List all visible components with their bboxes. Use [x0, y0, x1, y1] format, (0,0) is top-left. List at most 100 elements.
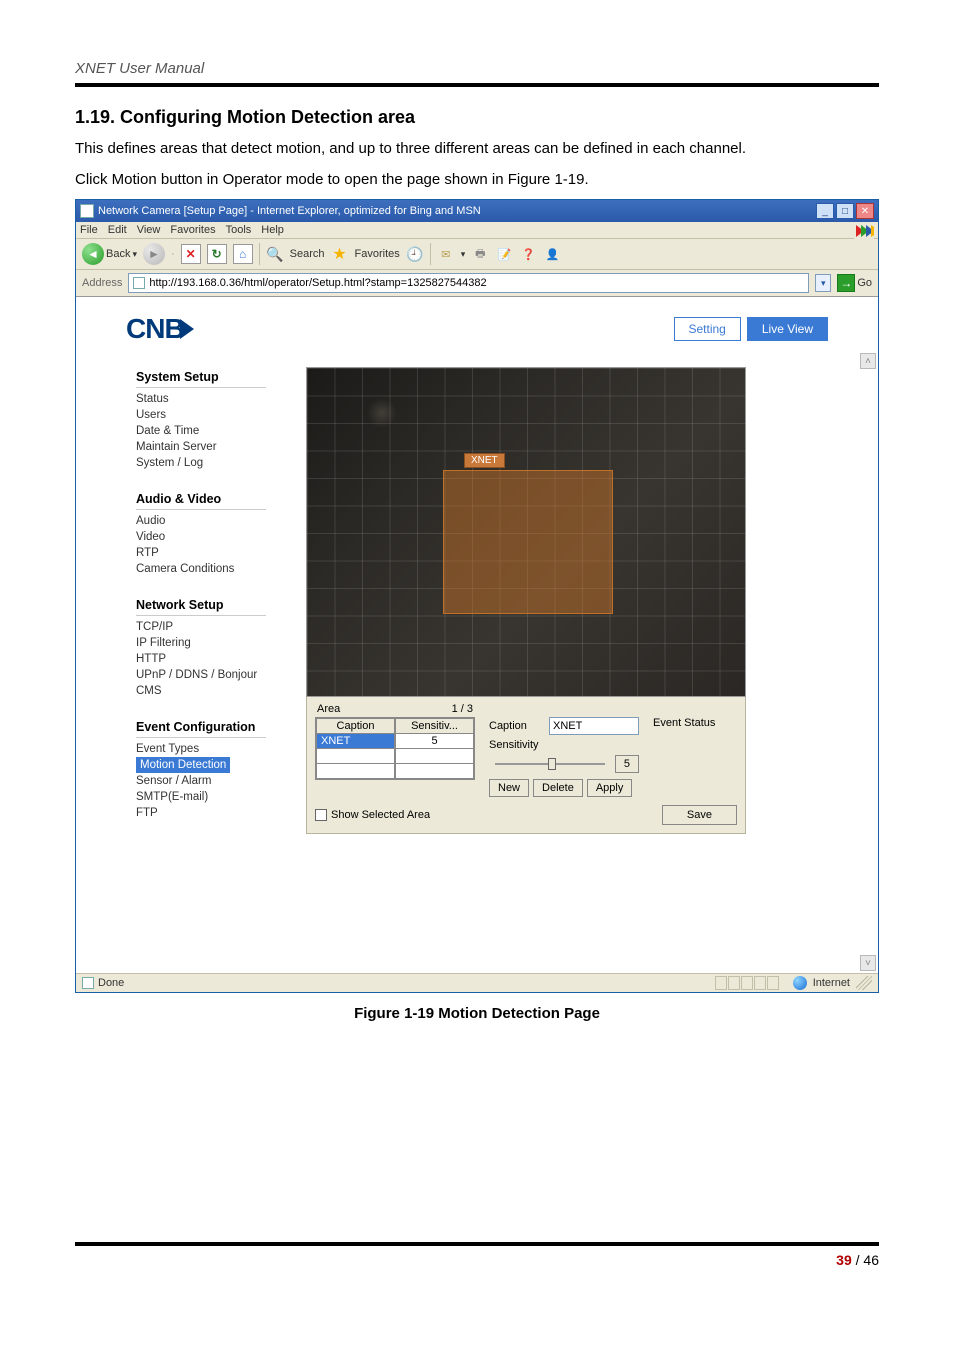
- edit-icon[interactable]: 📝: [495, 245, 513, 263]
- page-current: 39: [836, 1252, 852, 1268]
- sidebar-item-camcond[interactable]: Camera Conditions: [136, 561, 306, 577]
- th-sensitivity[interactable]: Sensitiv...: [395, 718, 474, 734]
- print-icon[interactable]: 🖶: [471, 245, 489, 263]
- search-button[interactable]: Search: [290, 248, 325, 260]
- status-done: Done: [98, 977, 124, 989]
- sidebar-item-ipfilter[interactable]: IP Filtering: [136, 635, 306, 651]
- sidebar-item-tcpip[interactable]: TCP/IP: [136, 619, 306, 635]
- go-button[interactable]: → Go: [837, 274, 872, 292]
- show-selected-checkbox[interactable]: Show Selected Area: [315, 809, 430, 821]
- sidebar-item-sensor[interactable]: Sensor / Alarm: [136, 773, 306, 789]
- favorites-button[interactable]: Favorites: [355, 248, 400, 260]
- stop-button[interactable]: ✕: [181, 244, 201, 264]
- sidebar-item-status[interactable]: Status: [136, 391, 306, 407]
- menu-tools[interactable]: Tools: [226, 224, 252, 236]
- address-dropdown[interactable]: ▾: [815, 274, 831, 292]
- cnb-logo-icon: [180, 319, 194, 339]
- sidebar-item-smtp[interactable]: SMTP(E-mail): [136, 789, 306, 805]
- sidebar-item-users[interactable]: Users: [136, 407, 306, 423]
- sidebar-item-rtp[interactable]: RTP: [136, 545, 306, 561]
- resize-grip[interactable]: [856, 976, 872, 990]
- sidebar-item-eventtypes[interactable]: Event Types: [136, 741, 306, 757]
- liveview-button[interactable]: Live View: [747, 317, 828, 341]
- empty-cell: [316, 764, 395, 779]
- empty-cell: [316, 749, 395, 764]
- new-button[interactable]: New: [489, 779, 529, 797]
- sidebar-item-systemlog[interactable]: System / Log: [136, 455, 306, 471]
- area-count: 1 / 3: [452, 703, 473, 715]
- empty-cell: [395, 764, 474, 779]
- menu-favorites[interactable]: Favorites: [170, 224, 215, 236]
- event-status-block: Event Status: [653, 703, 733, 729]
- sidebar-item-cms[interactable]: CMS: [136, 683, 306, 699]
- sidebar-item-upnp[interactable]: UPnP / DDNS / Bonjour: [136, 667, 306, 683]
- maximize-button[interactable]: □: [836, 203, 854, 219]
- sidebar-item-motion[interactable]: Motion Detection: [136, 757, 230, 773]
- toolbar: ◄ Back ▾ ► · ✕ ↻ ⌂ 🔍 Search ★ Favorites …: [76, 239, 878, 270]
- window-title: Network Camera [Setup Page] - Internet E…: [98, 205, 481, 217]
- minimize-button[interactable]: _: [816, 203, 834, 219]
- caption-input[interactable]: XNET: [549, 717, 639, 735]
- checkbox-icon: [315, 809, 327, 821]
- sidebar-item-audio[interactable]: Audio: [136, 513, 306, 529]
- back-label: Back: [106, 248, 130, 260]
- sidebar-head-event: Event Configuration: [136, 717, 266, 738]
- mail-icon[interactable]: ✉: [437, 245, 455, 263]
- ie-throbber-icon: [854, 223, 874, 239]
- research-icon[interactable]: ❓: [519, 245, 537, 263]
- caption-label: Caption: [489, 720, 545, 732]
- sidebar-item-ftp[interactable]: FTP: [136, 805, 306, 821]
- refresh-button[interactable]: ↻: [207, 244, 227, 264]
- delete-button[interactable]: Delete: [533, 779, 583, 797]
- close-button[interactable]: ✕: [856, 203, 874, 219]
- scroll-down-button[interactable]: ˅: [860, 955, 876, 971]
- history-icon[interactable]: 🕘: [406, 245, 424, 263]
- separator: [430, 243, 431, 265]
- go-label: Go: [857, 277, 872, 289]
- sidebar-item-video[interactable]: Video: [136, 529, 306, 545]
- sidebar-item-maintain[interactable]: Maintain Server: [136, 439, 306, 455]
- menu-view[interactable]: View: [137, 224, 161, 236]
- mail-dropdown-icon[interactable]: ▾: [461, 249, 466, 260]
- menu-help[interactable]: Help: [261, 224, 284, 236]
- menu-edit[interactable]: Edit: [108, 224, 127, 236]
- td-sensitivity[interactable]: 5: [395, 734, 474, 749]
- empty-cell: [395, 749, 474, 764]
- back-button[interactable]: ◄ Back ▾: [82, 243, 137, 265]
- cnb-header: CNB Setting Live View: [76, 297, 878, 353]
- video-preview[interactable]: XNET: [306, 367, 746, 697]
- sensitivity-slider[interactable]: [495, 763, 605, 765]
- browser-window: Network Camera [Setup Page] - Internet E…: [75, 199, 879, 993]
- sensitivity-label: Sensitivity: [489, 739, 545, 751]
- sidebar-item-http[interactable]: HTTP: [136, 651, 306, 667]
- save-button[interactable]: Save: [662, 805, 737, 825]
- scroll-up-button[interactable]: ˄: [860, 353, 876, 369]
- main-panel: XNET Area 1 / 3: [306, 353, 864, 834]
- messenger-icon[interactable]: 👤: [543, 245, 561, 263]
- show-selected-label: Show Selected Area: [331, 809, 430, 821]
- setting-button[interactable]: Setting: [674, 317, 741, 341]
- sidebar-head-network: Network Setup: [136, 595, 266, 616]
- event-status-label: Event Status: [653, 717, 715, 729]
- cnb-logo: CNB: [126, 313, 194, 345]
- menu-file[interactable]: File: [80, 224, 98, 236]
- td-caption[interactable]: XNET: [316, 734, 395, 749]
- favorites-icon: ★: [331, 245, 349, 263]
- zone-label: Internet: [813, 977, 850, 989]
- home-button[interactable]: ⌂: [233, 244, 253, 264]
- page-icon: [80, 204, 94, 218]
- back-dropdown-icon[interactable]: ▾: [132, 249, 137, 260]
- address-label: Address: [82, 277, 122, 289]
- apply-button[interactable]: Apply: [587, 779, 633, 797]
- figure-caption: Figure 1-19 Motion Detection Page: [75, 1005, 879, 1022]
- refresh-icon: ↻: [212, 247, 222, 261]
- motion-region[interactable]: XNET: [443, 470, 613, 614]
- sidebar-item-datetime[interactable]: Date & Time: [136, 423, 306, 439]
- go-icon: →: [837, 274, 855, 292]
- forward-button[interactable]: ►: [143, 243, 165, 265]
- th-caption[interactable]: Caption: [316, 718, 395, 734]
- area-table[interactable]: Caption Sensitiv... XNET 5: [315, 717, 475, 780]
- address-input[interactable]: http://193.168.0.36/html/operator/Setup.…: [128, 273, 809, 293]
- slider-thumb[interactable]: [548, 758, 556, 770]
- header-rule: [75, 83, 879, 87]
